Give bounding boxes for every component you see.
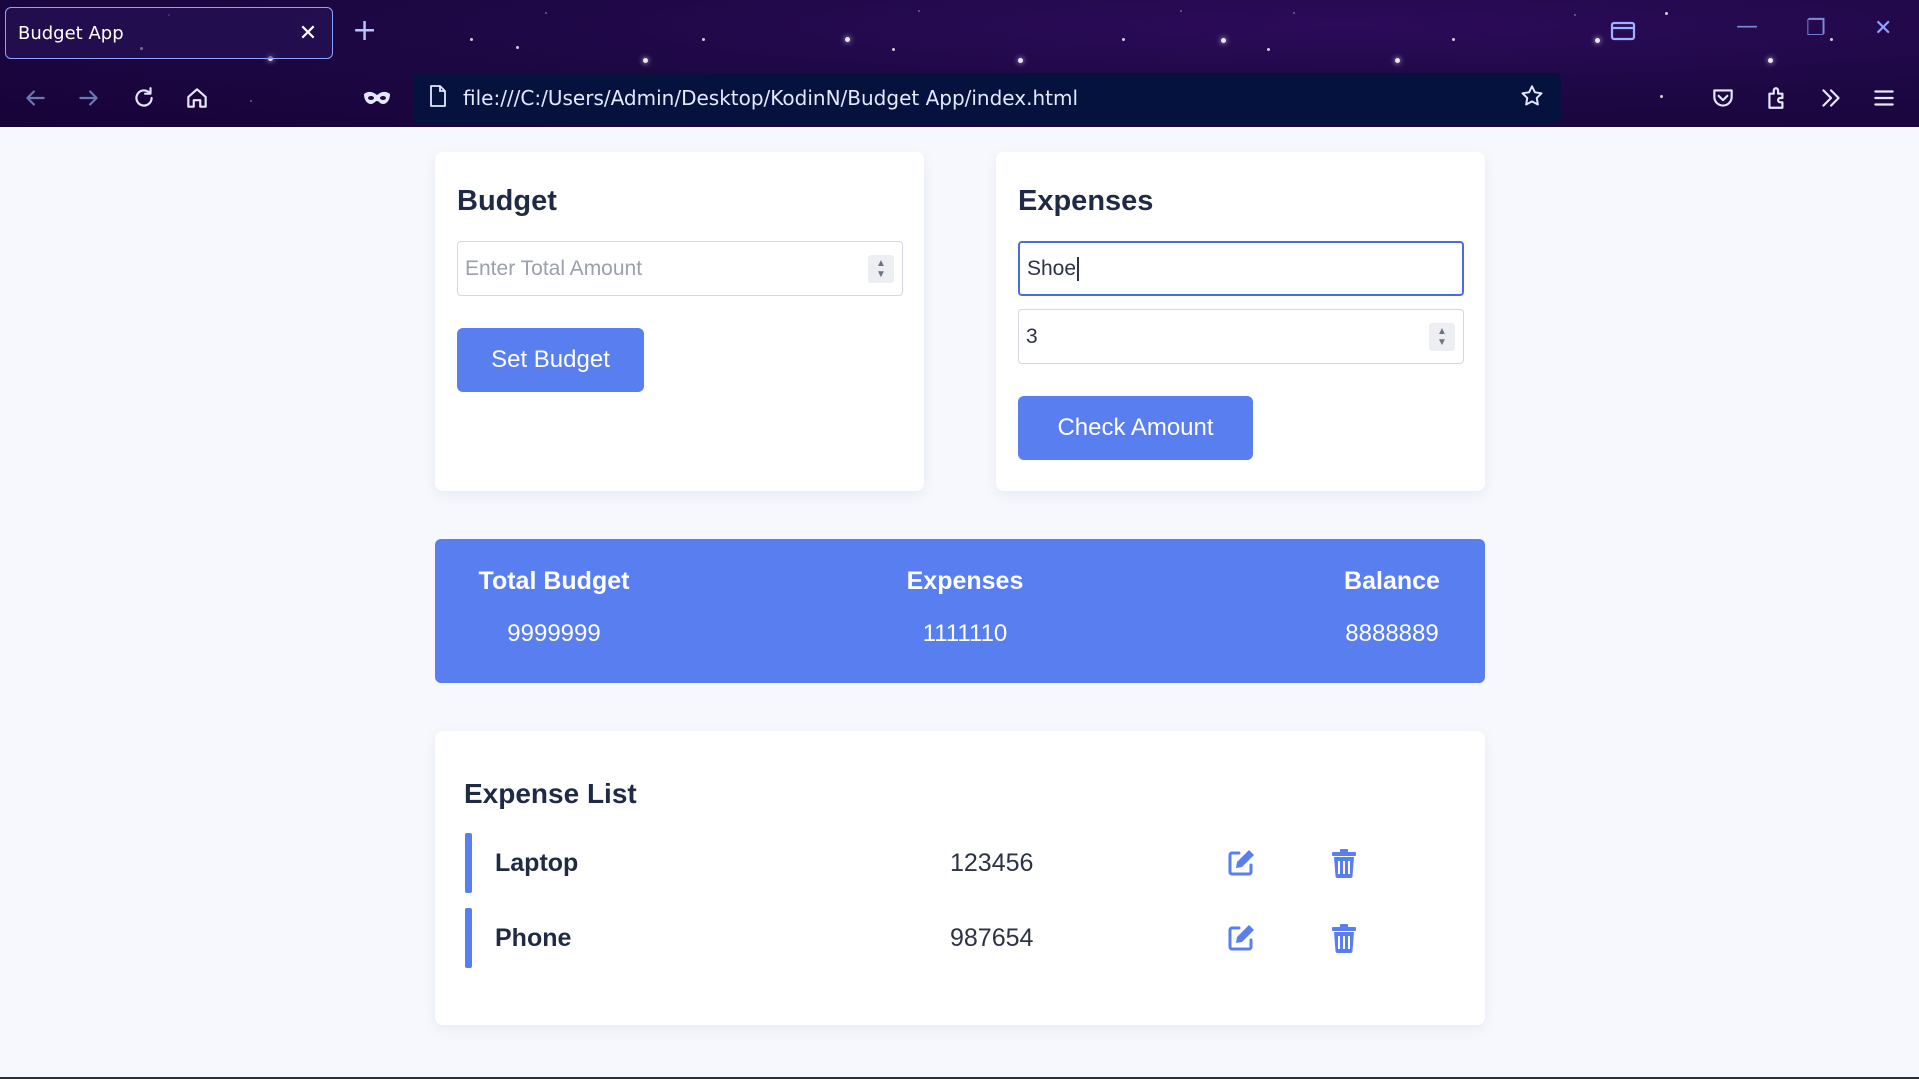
list-item: Laptop 123456: [465, 833, 1356, 893]
budget-title: Budget: [457, 185, 557, 217]
total-budget-label: Total Budget: [478, 567, 630, 595]
check-amount-button[interactable]: Check Amount: [1018, 396, 1253, 460]
expenses-summary-value: 1111110: [922, 620, 1008, 647]
balance-label: Balance: [1344, 567, 1440, 595]
theme-star: [1122, 38, 1125, 41]
url-bar[interactable]: file:///C:/Users/Admin/Desktop/KodinN/Bu…: [413, 73, 1561, 123]
theme-star: [1221, 38, 1226, 43]
list-item-amount: 987654: [950, 924, 1034, 952]
list-item: Phone 987654: [465, 908, 1356, 968]
theme-star: [1267, 48, 1270, 51]
tab-overview-icon[interactable]: [1610, 20, 1636, 48]
expense-name-input[interactable]: Shoe: [1018, 241, 1464, 296]
theme-star: [1293, 12, 1295, 14]
list-item-amount: 123456: [950, 849, 1034, 877]
text-caret: [1077, 256, 1079, 281]
total-amount-placeholder: Enter Total Amount: [465, 256, 643, 280]
expenses-title: Expenses: [1018, 185, 1154, 217]
url-text[interactable]: file:///C:/Users/Admin/Desktop/KodinN/Bu…: [463, 86, 1519, 110]
theme-star: [1180, 10, 1182, 12]
restore-button[interactable]: ❐: [1806, 16, 1826, 41]
overflow-chevrons-icon[interactable]: [1815, 82, 1847, 114]
forward-arrow-icon[interactable]: [73, 82, 105, 114]
window-close-button[interactable]: ✕: [1874, 16, 1892, 41]
list-item-name: Laptop: [495, 849, 579, 877]
reload-icon[interactable]: [128, 82, 160, 114]
tab-title: Budget App: [18, 22, 124, 44]
theme-star: [1830, 38, 1833, 41]
expense-amount-value: 3: [1026, 324, 1038, 348]
theme-star: [892, 48, 895, 51]
theme-star: [643, 58, 648, 63]
trash-icon[interactable]: [1328, 847, 1360, 879]
theme-star: [1768, 58, 1773, 63]
balance-value: 8888889: [1345, 620, 1439, 647]
list-item-accent: [465, 833, 472, 893]
theme-star: [1452, 38, 1455, 41]
list-item-name: Phone: [495, 924, 572, 952]
theme-star: [1665, 12, 1668, 15]
expense-amount-input[interactable]: 3 ▲ ▼: [1018, 309, 1464, 364]
expenses-summary-label: Expenses: [906, 567, 1024, 595]
expenses-column: Expenses 1111110: [885, 567, 1045, 648]
total-budget-value: 9999999: [507, 620, 601, 647]
edit-icon[interactable]: [1225, 922, 1257, 954]
balance-column: Balance 8888889: [1325, 567, 1459, 648]
trash-icon[interactable]: [1328, 922, 1360, 954]
expense-list-title: Expense List: [464, 778, 637, 809]
set-budget-button[interactable]: Set Budget: [457, 328, 644, 392]
pocket-icon[interactable]: [1707, 82, 1739, 114]
number-spinner-icon[interactable]: ▲ ▼: [1429, 323, 1455, 351]
bookmark-star-icon[interactable]: [1519, 83, 1545, 113]
expenses-card: Expenses Shoe 3 ▲ ▼ Check Amount: [996, 152, 1485, 491]
new-tab-button[interactable]: +: [352, 16, 377, 46]
hamburger-menu-icon[interactable]: [1868, 82, 1900, 114]
expense-name-value: Shoe: [1027, 256, 1077, 280]
theme-star: [1660, 95, 1663, 98]
theme-star: [918, 10, 920, 12]
theme-star: [1595, 38, 1600, 43]
number-spinner-icon[interactable]: ▲ ▼: [868, 255, 894, 283]
page-document-icon: [429, 85, 447, 111]
theme-star: [702, 38, 705, 41]
edit-icon[interactable]: [1225, 847, 1257, 879]
browser-chrome: Budget App ✕ + — ❐ ✕ file:///C:/Users/Ad…: [0, 0, 1919, 127]
extensions-puzzle-icon[interactable]: [1761, 82, 1793, 114]
theme-star: [1018, 58, 1023, 63]
close-icon[interactable]: ✕: [296, 21, 320, 46]
private-mask-icon: [361, 82, 393, 114]
browser-tab[interactable]: Budget App ✕: [5, 7, 333, 59]
total-budget-column: Total Budget 9999999: [464, 567, 644, 648]
theme-star: [516, 46, 519, 49]
theme-star: [470, 38, 473, 41]
theme-star: [845, 37, 850, 42]
home-icon[interactable]: [181, 82, 213, 114]
theme-star: [1395, 58, 1400, 63]
budget-card: Budget Enter Total Amount ▲ ▼ Set Budget: [435, 152, 924, 491]
minimize-button[interactable]: —: [1736, 14, 1758, 39]
back-arrow-icon[interactable]: [19, 82, 51, 114]
budget-summary: Total Budget 9999999 Expenses 1111110 Ba…: [435, 539, 1485, 683]
list-item-accent: [465, 908, 472, 968]
theme-star: [545, 12, 547, 14]
total-amount-input[interactable]: Enter Total Amount ▲ ▼: [457, 241, 903, 296]
theme-star: [1574, 14, 1576, 16]
theme-star: [250, 100, 252, 102]
